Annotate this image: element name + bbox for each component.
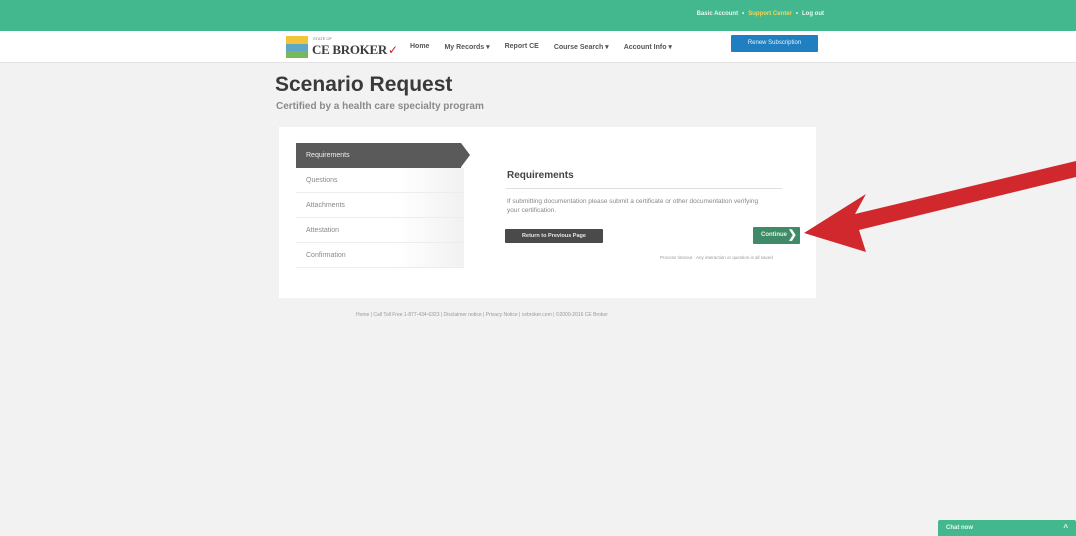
- page-subtitle: Certified by a health care specialty pro…: [276, 101, 484, 112]
- nav-item-course-search[interactable]: Course Search ▾: [554, 43, 609, 51]
- chat-label: Chat now: [946, 525, 973, 531]
- logout-link[interactable]: Log out: [802, 11, 824, 17]
- step-list: Requirements Questions Attachments Attes…: [296, 143, 470, 268]
- basic-account-link[interactable]: Basic Account: [697, 11, 738, 17]
- nav-item-home[interactable]: Home: [410, 43, 429, 51]
- divider: [506, 188, 782, 189]
- page-title: Scenario Request: [275, 73, 453, 96]
- chevron-right-icon: ❯: [787, 229, 797, 241]
- logo-name: CE BROKER: [312, 42, 387, 57]
- timeout-note: Process timeout · Any interaction or que…: [660, 255, 773, 260]
- nav-menu: Home My Records ▾ Report CE Course Searc…: [410, 43, 687, 51]
- nav-item-report-ce[interactable]: Report CE: [505, 43, 539, 51]
- account-links: Basic Account • Support Center • Log out: [697, 11, 824, 17]
- separator: •: [742, 11, 745, 17]
- continue-button-label: Continue: [761, 232, 787, 238]
- top-bar: Basic Account • Support Center • Log out: [0, 0, 1076, 31]
- step-attestation[interactable]: Attestation: [296, 218, 464, 243]
- logo-swoosh-icon: ✓: [387, 43, 399, 57]
- main-navbar: STATE OF CE BROKER ✓ Home My Records ▾ R…: [0, 31, 1076, 63]
- return-to-previous-page-button[interactable]: Return to Previous Page: [505, 229, 603, 243]
- step-requirements[interactable]: Requirements: [296, 143, 470, 168]
- nav-item-account-info[interactable]: Account Info ▾: [624, 43, 672, 51]
- chat-now-button[interactable]: Chat now ^: [938, 520, 1076, 536]
- separator: •: [795, 11, 798, 17]
- ce-broker-logo-icon: [286, 36, 308, 58]
- requirements-heading: Requirements: [507, 170, 574, 181]
- requirements-text: If submitting documentation please submi…: [507, 198, 759, 214]
- ce-broker-logo[interactable]: STATE OF CE BROKER ✓: [286, 34, 404, 60]
- continue-button[interactable]: Continue ❯: [753, 227, 800, 244]
- footer-links[interactable]: Home | Call Toll Free 1-877-434-6323 | D…: [356, 312, 608, 318]
- step-attachments[interactable]: Attachments: [296, 193, 464, 218]
- renew-subscription-button[interactable]: Renew Subscription: [731, 35, 818, 52]
- logo-small-text: STATE OF: [313, 36, 332, 41]
- chevron-up-icon: ^: [1063, 523, 1068, 532]
- support-center-link[interactable]: Support Center: [748, 11, 792, 17]
- step-confirmation[interactable]: Confirmation: [296, 243, 464, 268]
- step-questions[interactable]: Questions: [296, 168, 464, 193]
- nav-item-my-records[interactable]: My Records ▾: [444, 43, 489, 51]
